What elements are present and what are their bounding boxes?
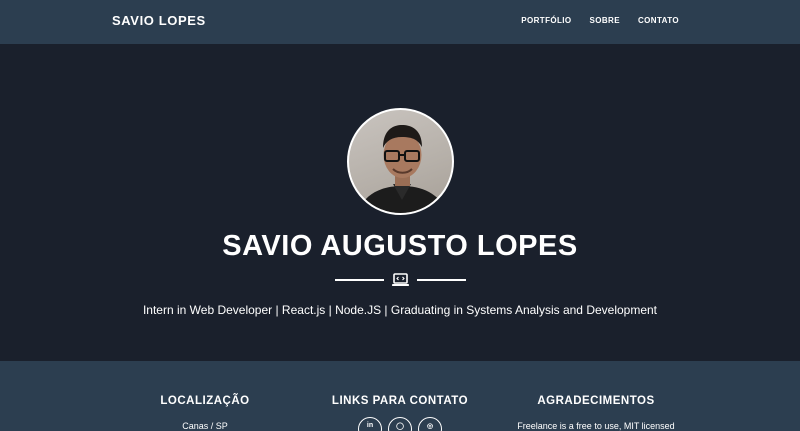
nav-link-sobre[interactable]: SOBRE: [590, 16, 620, 25]
avatar-photo: [356, 125, 449, 213]
divider: [335, 272, 466, 288]
footer: LOCALIZAÇÃO Canas / SP LINKS PARA CONTAT…: [0, 361, 800, 431]
navbar: SAVIO LOPES PORTFÓLIO SOBRE CONTATO: [0, 0, 800, 44]
thanks-text: Freelance is a free to use, MIT licensed: [517, 421, 675, 431]
thanks-title: AGRADECIMENTOS: [537, 395, 655, 407]
profile-subtitle: Intern in Web Developer | React.js | Nod…: [142, 303, 658, 317]
dribbble-icon[interactable]: ◎: [418, 417, 442, 431]
nav-link-contato[interactable]: CONTATO: [638, 16, 679, 25]
divider-line-left: [335, 279, 384, 281]
avatar: [347, 108, 454, 215]
linkedin-icon[interactable]: in: [358, 417, 382, 431]
nav-link-portfolio[interactable]: PORTFÓLIO: [521, 16, 571, 25]
profile-name: SAVIO AUGUSTO LOPES: [222, 230, 578, 262]
brand-link[interactable]: SAVIO LOPES: [112, 13, 206, 28]
masthead: SAVIO AUGUSTO LOPES Intern in Web Develo…: [0, 44, 800, 361]
footer-thanks: AGRADECIMENTOS Freelance is a free to us…: [481, 395, 711, 431]
nav-links: PORTFÓLIO SOBRE CONTATO: [521, 16, 679, 25]
divider-line-right: [417, 279, 466, 281]
laptop-code-icon: [392, 273, 409, 286]
github-icon[interactable]: ◯: [388, 417, 412, 431]
